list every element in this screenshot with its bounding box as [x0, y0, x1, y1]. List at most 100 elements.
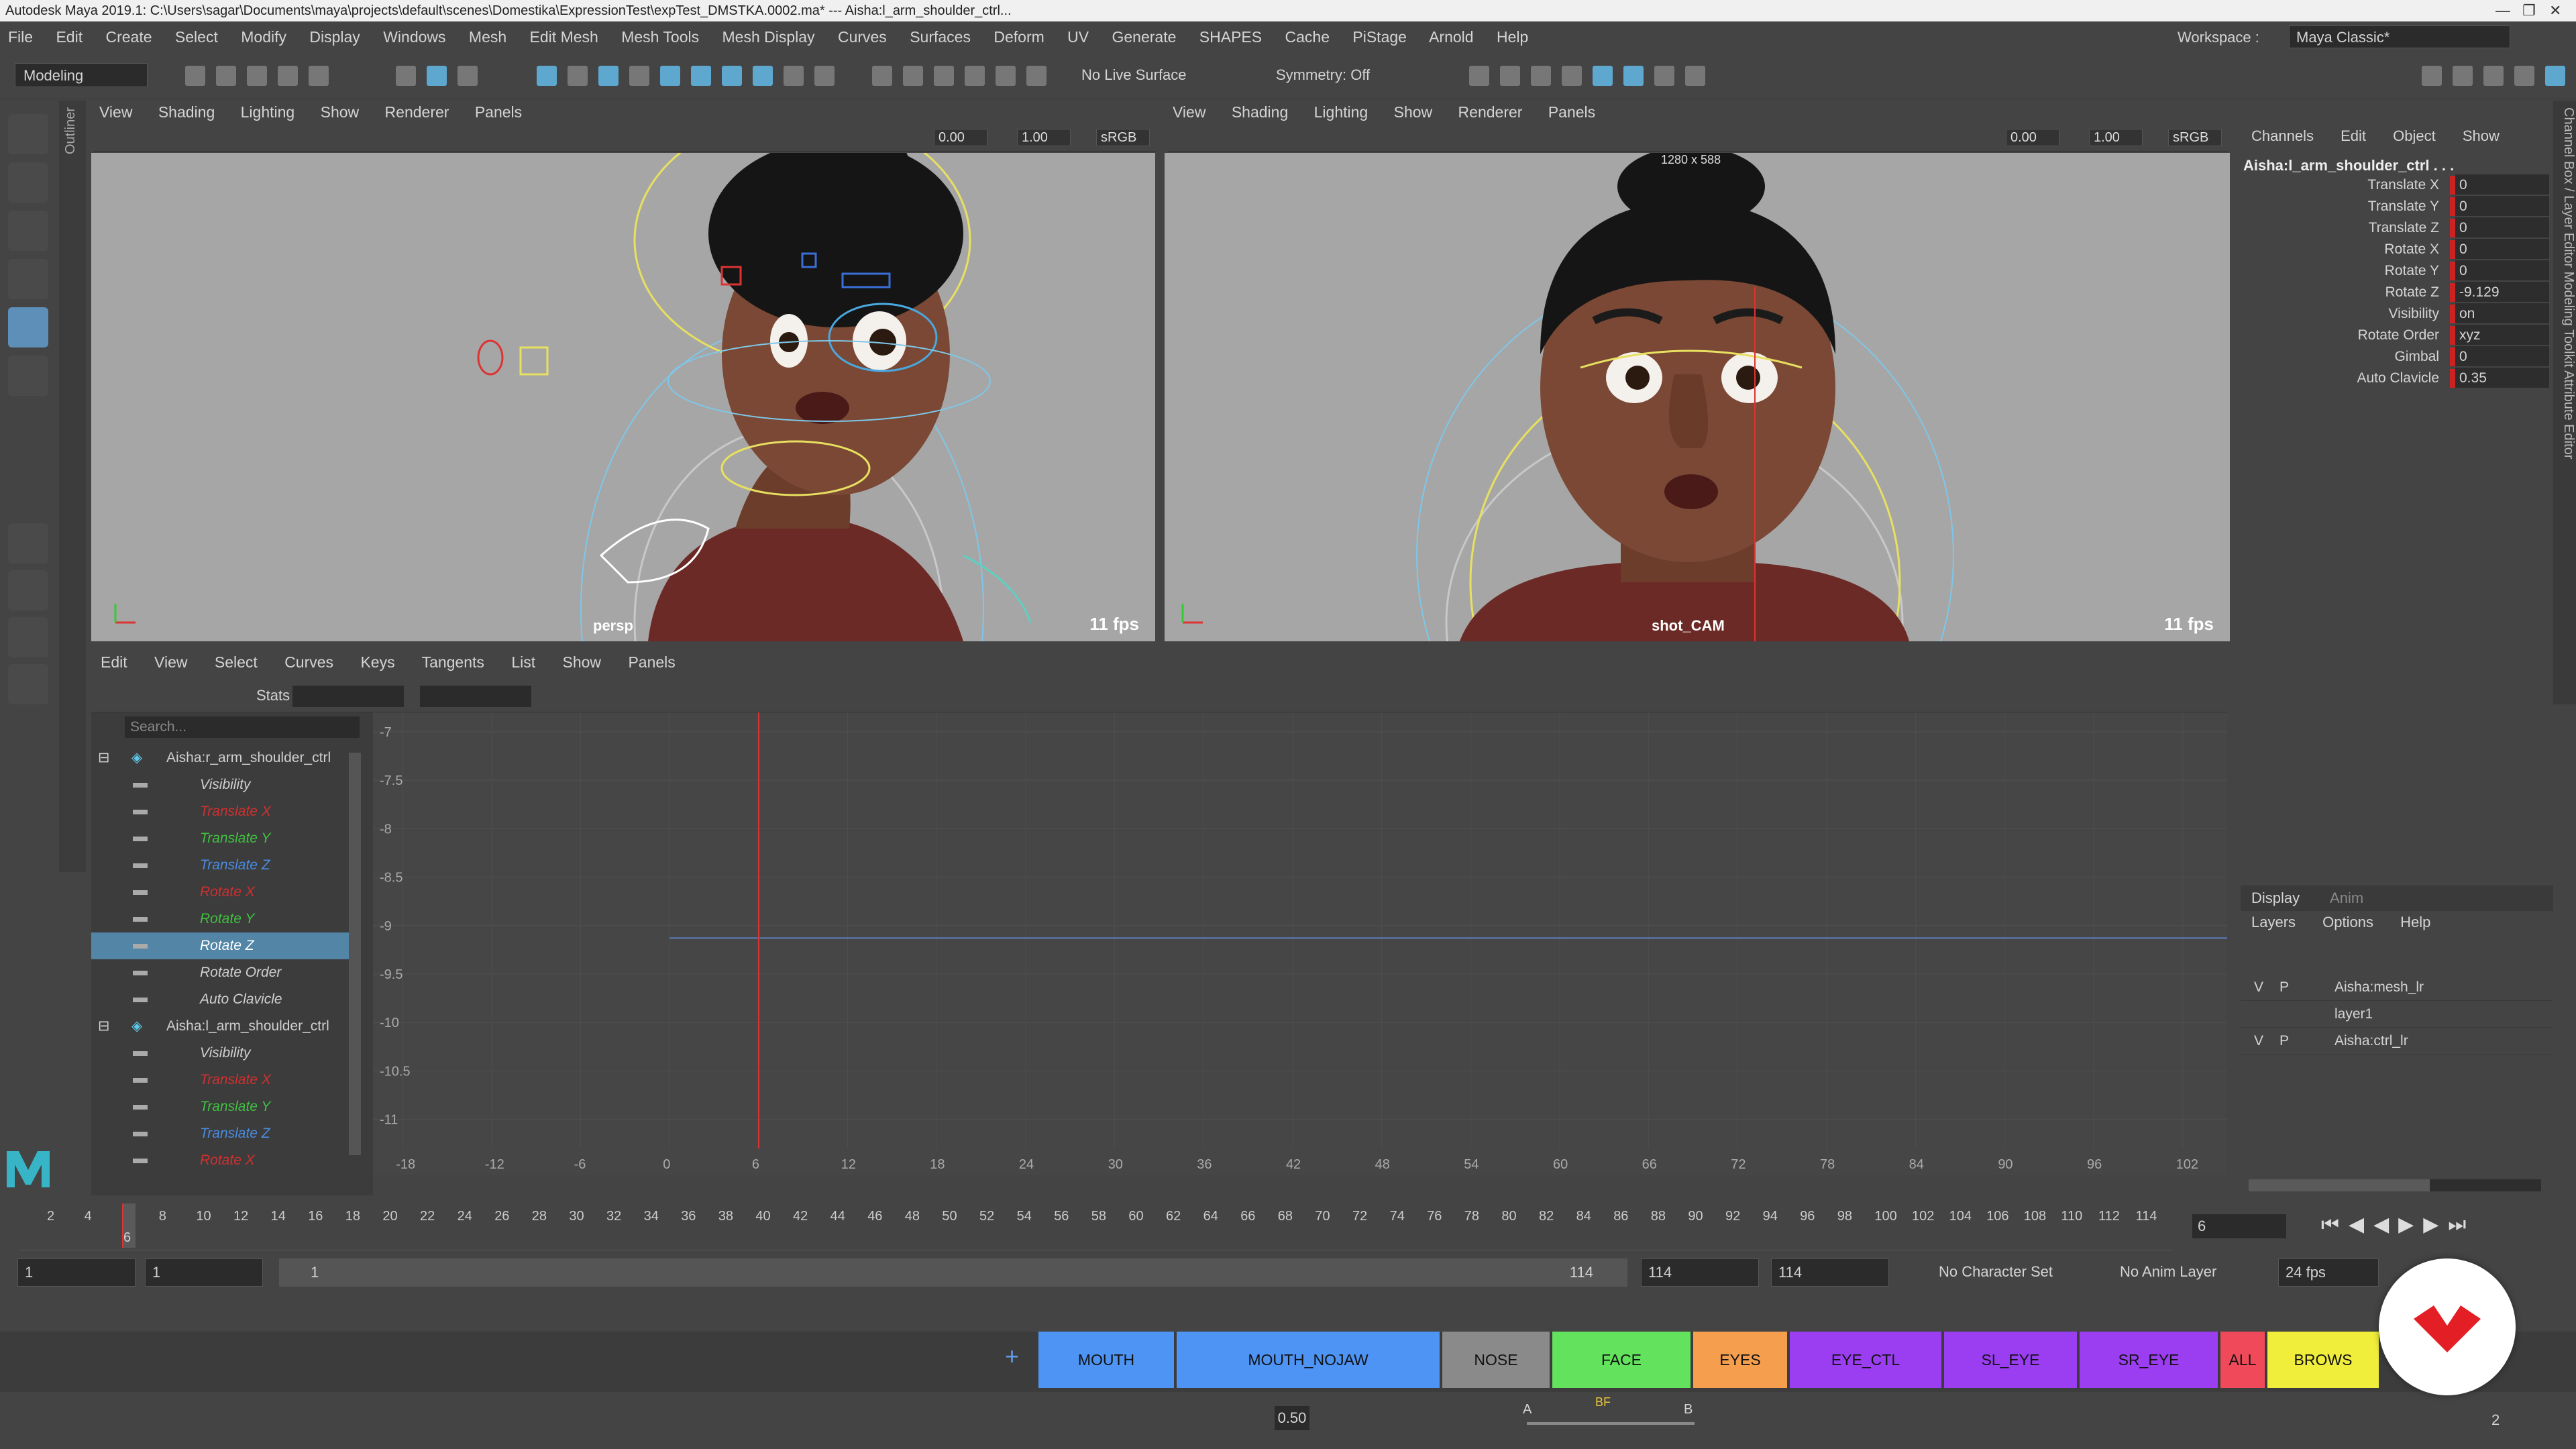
render-settings-icon[interactable]	[934, 66, 954, 86]
vp-right-panels[interactable]: Panels	[1548, 103, 1595, 121]
render-globals-icon[interactable]	[1562, 66, 1582, 86]
vp-left-show[interactable]: Show	[321, 103, 360, 121]
channel-value-field[interactable]: 0	[2455, 346, 2549, 366]
vp-left-renderer[interactable]: Renderer	[385, 103, 449, 121]
rotate-tool-icon[interactable]	[8, 307, 48, 347]
layer-visibility-toggle[interactable]: V	[2254, 974, 2263, 1001]
shelf-button-all[interactable]: ALL	[2220, 1332, 2265, 1388]
modeling-toolkit-icon[interactable]	[2422, 66, 2442, 86]
shelf-button-eyes[interactable]: EYES	[1693, 1332, 1787, 1388]
render-sequence-icon[interactable]	[1500, 66, 1520, 86]
channel-row-visibility[interactable]: Visibility on	[2241, 303, 2553, 325]
channel-row[interactable]: Rotate X	[91, 1147, 349, 1174]
vp-right-view[interactable]: View	[1173, 103, 1205, 121]
menu-uv[interactable]: UV	[1067, 28, 1089, 46]
shelf-button-nose[interactable]: NOSE	[1442, 1332, 1550, 1388]
select-component-icon[interactable]	[458, 66, 478, 86]
menu-edit[interactable]: Edit	[56, 28, 83, 46]
menu-create[interactable]: Create	[105, 28, 152, 46]
menu-select[interactable]: Select	[175, 28, 218, 46]
save-scene-icon[interactable]	[247, 66, 267, 86]
channel-value-field[interactable]: 0	[2455, 196, 2549, 216]
single-perspective-layout-icon[interactable]	[8, 523, 48, 564]
outliner-node-row[interactable]: ⊟ ◈ Aisha:r_arm_shoulder_ctrl	[91, 745, 349, 771]
cb-tab-show[interactable]: Show	[2463, 127, 2500, 144]
two-view-layout-icon[interactable]	[8, 617, 48, 657]
maximize-icon[interactable]: ❐	[2522, 0, 2536, 21]
channel-row[interactable]: Translate Z	[91, 852, 349, 879]
render-view-icon[interactable]	[996, 66, 1016, 86]
menu-arnold[interactable]: Arnold	[1429, 28, 1473, 46]
ge-menu-panels[interactable]: Panels	[628, 653, 675, 671]
cb-tab-object[interactable]: Object	[2393, 127, 2436, 144]
channel-value-field[interactable]: on	[2455, 303, 2549, 323]
right-colorspace-field[interactable]: sRGB	[2168, 129, 2222, 146]
channel-row-translate-z[interactable]: Translate Z 0	[2241, 217, 2553, 239]
ge-menu-tangents[interactable]: Tangents	[422, 653, 484, 671]
channel-row-translate-x[interactable]: Translate X 0	[2241, 174, 2553, 196]
select-object-icon[interactable]	[427, 66, 447, 86]
channel-row[interactable]: Translate X	[91, 798, 349, 825]
ge-menu-show[interactable]: Show	[563, 653, 602, 671]
curve-graph[interactable]: -7 -7.5 -8 -8.5 -9 -9.5 -10 -10.5 -11 -18 -12 -6 0 6 1…	[373, 712, 2227, 1175]
layer-row[interactable]: V P Aisha:ctrl_lr	[2241, 1028, 2553, 1055]
paint-select-icon[interactable]	[8, 211, 48, 251]
anim-end-field[interactable]: 114	[1771, 1258, 1889, 1287]
cb-tab-channels[interactable]: Channels	[2251, 127, 2314, 144]
workspace-dropdown[interactable]: Maya Classic*	[2289, 25, 2510, 48]
light-editor-icon[interactable]	[1026, 66, 1046, 86]
menu-generate[interactable]: Generate	[1112, 28, 1177, 46]
menu-windows[interactable]: Windows	[383, 28, 445, 46]
channel-row[interactable]: Translate Y	[91, 825, 349, 852]
vp-left-panels[interactable]: Panels	[475, 103, 522, 121]
menu-file[interactable]: File	[8, 28, 33, 46]
lasso-tool-icon[interactable]	[8, 162, 48, 203]
ge-menu-edit[interactable]: Edit	[101, 653, 127, 671]
select-hierarchy-icon[interactable]	[396, 66, 416, 86]
snap-view-plane-icon[interactable]	[660, 66, 680, 86]
weight-field[interactable]: 0.50	[1275, 1406, 1309, 1430]
blend-slider[interactable]	[1527, 1422, 1695, 1425]
playback-end-field[interactable]: 114	[1641, 1258, 1759, 1287]
channel-row-rotate-z[interactable]: Rotate Z -9.129	[2241, 282, 2553, 303]
hypershade-window-icon[interactable]	[1593, 66, 1613, 86]
vp-right-show[interactable]: Show	[1394, 103, 1433, 121]
menu-mesh[interactable]: Mesh	[469, 28, 506, 46]
layer-playback-toggle[interactable]: P	[2279, 1028, 2289, 1055]
open-scene-icon[interactable]	[216, 66, 236, 86]
close-icon[interactable]: ✕	[2549, 0, 2561, 21]
shelf-button-mouth_nojaw[interactable]: MOUTH_NOJAW	[1177, 1332, 1440, 1388]
layer-visibility-toggle[interactable]: V	[2254, 1028, 2263, 1055]
snap-projected-icon[interactable]	[629, 66, 649, 86]
current-frame-marker[interactable]: 6	[122, 1203, 136, 1248]
layer-playback-toggle[interactable]: P	[2279, 974, 2289, 1001]
four-view-layout-icon[interactable]	[8, 570, 48, 610]
outliner-scrollbar[interactable]	[349, 753, 361, 1155]
layer-tab-display[interactable]: Display	[2251, 890, 2300, 906]
layer-menu-layers[interactable]: Layers	[2251, 914, 2296, 930]
shelf-button-sr_eye[interactable]: SR_EYE	[2080, 1332, 2218, 1388]
outliner-tab[interactable]: Outliner	[59, 101, 86, 872]
right-exposure-field[interactable]: 0.00	[2006, 129, 2059, 146]
layer-scrollbar-track[interactable]	[2249, 1179, 2541, 1191]
channel-value-field[interactable]: 0.35	[2455, 368, 2549, 388]
add-shelf-icon[interactable]: +	[1005, 1342, 1019, 1371]
expand-icon[interactable]: ⊟	[98, 1013, 110, 1040]
channel-row-gimbal[interactable]: Gimbal 0	[2241, 346, 2553, 368]
channel-row-auto-clavicle[interactable]: Auto Clavicle 0.35	[2241, 368, 2553, 389]
lock-icon[interactable]	[784, 66, 804, 86]
channel-value-field[interactable]: xyz	[2455, 325, 2549, 345]
channel-value-field[interactable]: 0	[2455, 239, 2549, 259]
select-tool-icon[interactable]	[8, 114, 48, 154]
channel-row[interactable]: Rotate Z	[91, 932, 349, 959]
menu-shapes[interactable]: SHAPES	[1199, 28, 1262, 46]
symmetry-dropdown[interactable]: Symmetry: Off	[1268, 63, 1409, 87]
stats-field-1[interactable]	[292, 686, 404, 707]
snap-point-icon[interactable]	[598, 66, 619, 86]
channel-row[interactable]: Visibility	[91, 1040, 349, 1067]
outliner-layout-icon[interactable]	[8, 664, 48, 704]
playback-controls[interactable]: ⏮◀◀▶▶⏭	[2321, 1213, 2475, 1236]
arnold-ipr-icon[interactable]	[1654, 66, 1674, 86]
ge-menu-list[interactable]: List	[511, 653, 535, 671]
vp-right-lighting[interactable]: Lighting	[1314, 103, 1368, 121]
